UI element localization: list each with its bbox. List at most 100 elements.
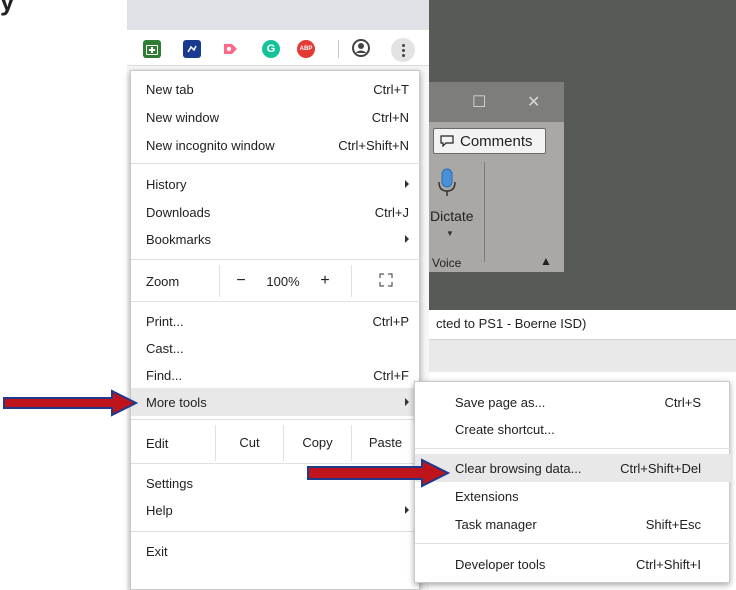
menu-item-new-window[interactable]: New window Ctrl+N: [131, 103, 421, 131]
menu-item-bookmarks[interactable]: Bookmarks: [131, 225, 421, 253]
menu-item-label: Help: [146, 502, 173, 518]
menu-item-label: More tools: [146, 394, 207, 410]
menu-separator: [131, 419, 421, 420]
submenu-arrow-icon: [405, 180, 409, 188]
green-extension-icon[interactable]: [143, 40, 161, 58]
menu-item-history[interactable]: History: [131, 170, 421, 198]
voice-group-label: Voice: [432, 256, 462, 270]
maximize-icon[interactable]: ☐: [472, 92, 486, 112]
more-tools-submenu: Save page as... Ctrl+S Create shortcut..…: [414, 381, 731, 583]
profile-icon[interactable]: [351, 38, 371, 58]
submenu-item-label: Clear browsing data...: [455, 460, 582, 476]
submenu-item-label: Save page as...: [455, 394, 546, 410]
paste-button[interactable]: Paste: [351, 425, 419, 461]
submenu-item-create-shortcut[interactable]: Create shortcut...: [415, 415, 731, 443]
menu-item-shortcut: Ctrl+F: [373, 367, 409, 383]
submenu-item-shortcut: Shift+Esc: [645, 516, 701, 532]
zoom-row: Zoom − 100% +: [131, 265, 421, 297]
comments-button[interactable]: Comments: [433, 128, 546, 154]
submenu-item-label: Create shortcut...: [455, 421, 555, 437]
menu-kebab-icon[interactable]: [391, 38, 415, 62]
submenu-item-task-manager[interactable]: Task manager Shift+Esc: [415, 510, 731, 538]
submenu-separator: [415, 543, 731, 544]
cut-button[interactable]: Cut: [215, 425, 283, 461]
submenu-arrow-icon: [405, 506, 409, 514]
submenu-item-save-page[interactable]: Save page as... Ctrl+S: [415, 388, 731, 416]
submenu-separator: [415, 448, 731, 449]
zoom-separator: [219, 265, 220, 297]
submenu-item-shortcut: Ctrl+S: [664, 394, 701, 410]
submenu-item-shortcut: Ctrl+Shift+I: [635, 556, 701, 572]
submenu-item-extensions[interactable]: Extensions: [415, 482, 731, 510]
submenu-item-label: Task manager: [455, 516, 537, 532]
dictate-dropdown-icon[interactable]: ▼: [446, 229, 454, 238]
adblock-icon[interactable]: ABP: [297, 40, 315, 58]
menu-item-new-tab[interactable]: New tab Ctrl+T: [131, 75, 421, 103]
menu-item-label: Downloads: [146, 204, 211, 220]
edit-row: Edit Cut Copy Paste: [131, 425, 421, 461]
zoom-value: 100%: [266, 273, 300, 289]
menu-item-label: New window: [146, 109, 219, 125]
menu-item-print[interactable]: Print... Ctrl+P: [131, 307, 421, 335]
zoom-separator: [351, 265, 352, 297]
close-icon[interactable]: ✕: [527, 92, 540, 112]
menu-item-label: New incognito window: [146, 137, 275, 153]
edit-label: Edit: [146, 435, 169, 451]
pink-extension-icon[interactable]: [221, 40, 239, 58]
fullscreen-icon[interactable]: [379, 273, 393, 287]
menu-item-exit[interactable]: Exit: [131, 537, 421, 565]
gray-band: [429, 340, 736, 372]
menu-item-downloads[interactable]: Downloads Ctrl+J: [131, 198, 421, 226]
menu-separator: [131, 163, 421, 164]
word-title-bar: [429, 82, 564, 122]
submenu-item-label: Developer tools: [455, 556, 546, 572]
menu-item-label: Bookmarks: [146, 231, 212, 247]
grammarly-letter: G: [266, 43, 276, 55]
menu-item-more-tools[interactable]: More tools: [131, 388, 421, 416]
menu-item-shortcut: Ctrl+Shift+N: [338, 137, 409, 153]
submenu-item-shortcut: Ctrl+Shift+Del: [620, 460, 701, 476]
submenu-arrow-icon: [405, 235, 409, 243]
submenu-item-clear-browsing-data[interactable]: Clear browsing data... Ctrl+Shift+Del: [415, 454, 731, 482]
comment-icon: [440, 135, 454, 147]
menu-item-label: Find...: [146, 367, 183, 383]
menu-item-find[interactable]: Find... Ctrl+F: [131, 361, 421, 389]
menu-item-help[interactable]: Help: [131, 496, 421, 524]
menu-item-shortcut: Ctrl+P: [372, 313, 409, 329]
menu-item-new-incognito[interactable]: New incognito window Ctrl+Shift+N: [131, 131, 421, 159]
chrome-main-menu: New tab Ctrl+T New window Ctrl+N New inc…: [130, 70, 421, 590]
menu-item-label: New tab: [146, 81, 194, 97]
menu-item-shortcut: Ctrl+J: [374, 204, 409, 220]
menu-item-label: History: [146, 176, 187, 192]
menu-item-label: Exit: [146, 543, 168, 559]
status-text: cted to PS1 - Boerne ISD): [436, 316, 587, 331]
ribbon-collapse-icon[interactable]: ▲: [540, 254, 552, 268]
menu-item-label: Print...: [146, 313, 184, 329]
submenu-item-label: Extensions: [455, 488, 519, 504]
microphone-icon[interactable]: [437, 168, 457, 198]
menu-separator: [131, 259, 421, 260]
grammarly-icon[interactable]: G: [262, 40, 280, 58]
ribbon-bottom-gap: [429, 272, 564, 310]
zoom-label: Zoom: [146, 273, 180, 289]
tab-strip: [127, 0, 429, 30]
submenu-arrow-icon: [405, 398, 409, 406]
zoom-in-button[interactable]: +: [303, 272, 347, 290]
zoom-out-button[interactable]: −: [219, 272, 263, 290]
blue-extension-icon[interactable]: [183, 40, 201, 58]
comments-label: Comments: [460, 132, 533, 150]
copy-button[interactable]: Copy: [283, 425, 351, 461]
menu-item-label: Cast...: [146, 340, 184, 356]
menu-item-shortcut: Ctrl+T: [373, 81, 409, 97]
dictate-label[interactable]: Dictate: [430, 208, 474, 224]
menu-item-shortcut: Ctrl+N: [371, 109, 409, 125]
partial-heading-text: y: [0, 0, 15, 16]
adblock-letters: ABP: [299, 46, 313, 52]
ribbon-divider: [484, 162, 485, 262]
submenu-item-developer-tools[interactable]: Developer tools Ctrl+Shift+I: [415, 550, 731, 578]
menu-separator: [131, 531, 421, 532]
toolbar-separator: [338, 40, 339, 58]
annotation-arrow-clear-browsing: [307, 458, 451, 488]
annotation-arrow-more-tools: [3, 389, 139, 417]
menu-item-cast[interactable]: Cast...: [131, 334, 421, 362]
